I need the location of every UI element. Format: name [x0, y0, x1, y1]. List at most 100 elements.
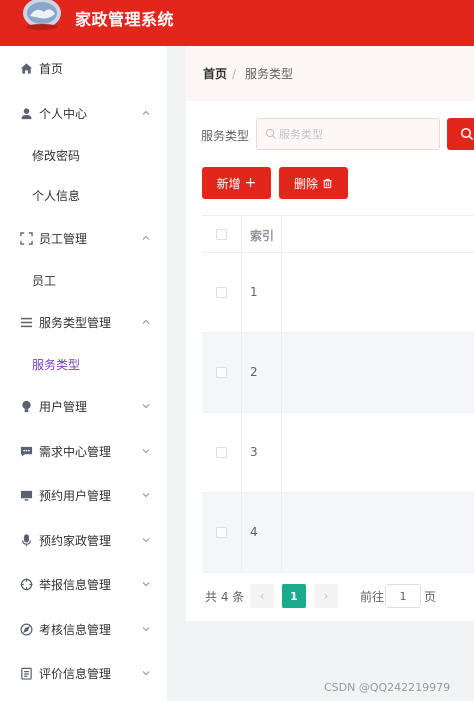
breadcrumb: 首页 / 服务类型 [186, 46, 474, 101]
row-check-cell [202, 253, 242, 332]
app-title: 家政管理系统 [75, 10, 175, 29]
search-label: 服务类型 [201, 129, 250, 143]
chevron-up-icon [142, 110, 150, 115]
page-number-current[interactable]: 1 [282, 584, 306, 608]
row-checkbox[interactable] [216, 527, 227, 538]
sidebar-item-assessment-info[interactable]: 考核信息管理 [0, 607, 167, 651]
row-index-cell: 2 [242, 333, 282, 412]
chevron-down-icon [142, 582, 150, 587]
chevron-down-icon [142, 404, 150, 409]
header-index-cell: 索引 [242, 216, 282, 252]
row-index-cell: 1 [242, 253, 282, 332]
delete-button[interactable]: 删除 [279, 167, 348, 199]
bulb-icon [19, 399, 33, 413]
row-index: 4 [250, 525, 258, 539]
sidebar-item-home[interactable]: 首页 [0, 46, 167, 90]
sidebar-item-staff-management[interactable]: 员工管理 [0, 216, 167, 260]
sidebar-item-label: 考核信息管理 [39, 622, 112, 637]
sidebar-item-demand-center[interactable]: 需求中心管理 [0, 429, 167, 473]
list-icon [19, 315, 33, 329]
table-row[interactable]: 1 [202, 253, 474, 333]
row-check-cell [202, 333, 242, 412]
chevron-up-icon [142, 319, 150, 324]
sidebar-item-user-management[interactable]: 用户管理 [0, 384, 167, 428]
row-index: 3 [250, 445, 258, 459]
sidebar-item-label: 评价信息管理 [39, 666, 112, 681]
search-icon [460, 127, 474, 141]
sidebar-item-booking-housekeeping[interactable]: 预约家政管理 [0, 518, 167, 562]
table-row[interactable]: 3 [202, 413, 474, 493]
sidebar-item-label: 首页 [39, 61, 64, 76]
table-header: 索引 [202, 216, 474, 253]
sidebar-item-label: 服务类型 [32, 357, 81, 372]
sidebar-item-label: 预约用户管理 [39, 488, 112, 503]
select-all-checkbox[interactable] [216, 229, 227, 240]
row-check-cell [202, 413, 242, 492]
breadcrumb-separator: / [232, 66, 237, 81]
row-check-cell [202, 493, 242, 572]
sidebar-item-label: 用户管理 [39, 399, 88, 414]
sidebar-item-label: 修改密码 [32, 148, 81, 163]
table-row[interactable]: 4 [202, 493, 474, 573]
sidebar-item-label: 个人中心 [39, 106, 88, 121]
add-button-label: 新增 [216, 176, 241, 191]
sidebar-item-change-password[interactable]: 修改密码 [0, 135, 167, 175]
header-check-cell [202, 216, 242, 252]
row-index: 2 [250, 365, 258, 379]
sidebar-item-label: 服务类型管理 [39, 315, 112, 330]
sidebar-item-label: 预约家政管理 [39, 533, 112, 548]
plus-icon: + [244, 175, 257, 191]
search-field[interactable] [256, 118, 440, 150]
row-index: 1 [250, 285, 258, 299]
row-checkbox[interactable] [216, 367, 227, 378]
pagination-page-suffix: 页 [424, 590, 437, 604]
document-icon [19, 666, 33, 680]
sidebar-item-label: 举报信息管理 [39, 577, 112, 592]
trash-icon [323, 178, 332, 188]
watermark: CSDN @QQ242219979 [324, 681, 451, 694]
breadcrumb-current: 服务类型 [245, 67, 294, 81]
pagination: 共 4 条 ‹ 1 › 前往 页 [202, 582, 474, 612]
home-icon [19, 61, 33, 75]
data-table: 索引 1 2 3 4 [202, 215, 474, 573]
sidebar-item-service-type[interactable]: 服务类型 [0, 344, 167, 384]
chevron-down-icon [142, 538, 150, 543]
next-page-button[interactable]: › [314, 584, 338, 608]
fullscreen-icon [19, 231, 33, 245]
sidebar: 首页 个人中心 修改密码 个人信息 员工管理 员工 服务类型管理 服务类型 用户… [0, 46, 167, 701]
sidebar-item-report-info[interactable]: 举报信息管理 [0, 562, 167, 606]
delete-button-label: 删除 [293, 176, 318, 191]
row-index-cell: 3 [242, 413, 282, 492]
sidebar-item-personal-center[interactable]: 个人中心 [0, 91, 167, 135]
chevron-down-icon [142, 627, 150, 632]
sidebar-item-label: 员工 [32, 273, 57, 288]
chevron-down-icon [142, 671, 150, 676]
sidebar-item-review-info[interactable]: 评价信息管理 [0, 651, 167, 695]
prev-page-button[interactable]: ‹ [250, 584, 274, 608]
sidebar-item-label: 个人信息 [32, 188, 81, 203]
search-button[interactable] [447, 118, 474, 150]
monitor-icon [19, 488, 33, 502]
sidebar-item-label: 员工管理 [39, 231, 88, 246]
row-checkbox[interactable] [216, 447, 227, 458]
goto-page-input[interactable] [385, 584, 421, 608]
row-index-cell: 4 [242, 493, 282, 572]
breadcrumb-home[interactable]: 首页 [203, 65, 227, 82]
row-checkbox[interactable] [216, 287, 227, 298]
microphone-icon [19, 533, 33, 547]
table-row[interactable]: 2 [202, 333, 474, 413]
add-button[interactable]: 新增 + [202, 167, 271, 199]
search-icon [265, 128, 276, 139]
logo-icon [23, 0, 61, 30]
sidebar-item-booking-user[interactable]: 预约用户管理 [0, 473, 167, 517]
column-header-index: 索引 [250, 229, 275, 243]
pagination-goto-label: 前往 [360, 590, 385, 604]
main-panel: 服务类型 新增 + 删除 索引 1 2 [186, 101, 474, 621]
sidebar-item-personal-info[interactable]: 个人信息 [0, 175, 167, 215]
sidebar-item-label: 需求中心管理 [39, 444, 112, 459]
sidebar-item-staff[interactable]: 员工 [0, 260, 167, 300]
app-header: 家政管理系统 [0, 0, 474, 46]
chevron-down-icon [142, 493, 150, 498]
search-input[interactable] [279, 120, 429, 148]
sidebar-item-service-type-management[interactable]: 服务类型管理 [0, 300, 167, 344]
